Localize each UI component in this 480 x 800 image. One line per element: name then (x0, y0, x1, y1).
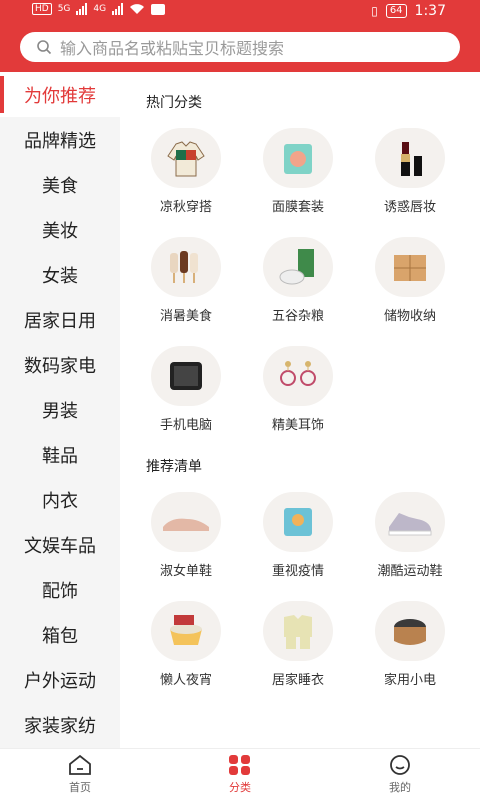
category-item[interactable]: 淑女单鞋 (130, 492, 242, 579)
profile-icon (390, 755, 410, 775)
signal-icon (76, 3, 88, 15)
home-icon (69, 754, 91, 775)
tab-home[interactable]: 首页 (0, 749, 160, 800)
sidebar-item-accessories[interactable]: 配饰 (0, 567, 120, 612)
sidebar-item-bags[interactable]: 箱包 (0, 612, 120, 657)
category-item[interactable]: 懒人夜宵 (130, 601, 242, 688)
category-item[interactable]: 五谷杂粮 (242, 237, 354, 324)
top-header: HD 5G 4G ▯ 64 1:37 输入商品名或粘贴宝贝标题搜索 (0, 0, 480, 72)
battery-indicator: 64 (385, 4, 407, 18)
bottom-tab-bar: 首页 分类 我的 (0, 748, 480, 800)
sidebar-item-underwear[interactable]: 内衣 (0, 477, 120, 522)
wifi-icon (130, 4, 145, 14)
sidebar-item-food[interactable]: 美食 (0, 162, 120, 207)
search-placeholder: 输入商品名或粘贴宝贝标题搜索 (60, 39, 285, 58)
category-icon (229, 755, 250, 775)
sidebar-item-shoes[interactable]: 鞋品 (0, 432, 120, 477)
drawer-icon (375, 237, 445, 297)
category-item[interactable]: 诱惑唇妆 (354, 128, 466, 215)
category-item[interactable]: 凉秋穿搭 (130, 128, 242, 215)
category-item[interactable]: 潮酷运动鞋 (354, 492, 466, 579)
category-item[interactable]: 居家睡衣 (242, 601, 354, 688)
signal-icon-2 (112, 3, 124, 15)
hot-category-grid: 凉秋穿搭 面膜套装 诱惑唇妆 消暑美食 五谷杂粮 储物收纳 手机电脑 精美耳饰 (130, 128, 480, 433)
sidebar-item-outdoor[interactable]: 户外运动 (0, 657, 120, 702)
jacket-icon (151, 128, 221, 188)
sidebar-item-recommend[interactable]: 为你推荐 (0, 72, 120, 117)
sim-hd-badge: HD (32, 3, 52, 15)
vibrate-icon: ▯ (371, 4, 378, 18)
network-4g-label: 4G (93, 4, 107, 14)
phone-icon (151, 346, 221, 406)
lipstick-icon (375, 128, 445, 188)
recommend-list-grid: 淑女单鞋 重视疫情 潮酷运动鞋 懒人夜宵 居家睡衣 家用小电 (130, 492, 480, 688)
pajamas-icon (263, 601, 333, 661)
category-item[interactable]: 手机电脑 (130, 346, 242, 433)
sidebar-item-beauty[interactable]: 美妆 (0, 207, 120, 252)
category-item[interactable]: 家用小电 (354, 601, 466, 688)
sneaker-icon (375, 492, 445, 552)
category-content: 热门分类 凉秋穿搭 面膜套装 诱惑唇妆 消暑美食 五谷杂粮 储物收纳 手机电脑 … (120, 72, 480, 748)
search-bar[interactable]: 输入商品名或粘贴宝贝标题搜索 (20, 32, 460, 62)
sidebar-item-menswear[interactable]: 男装 (0, 387, 120, 432)
clock: 1:37 (414, 3, 446, 19)
medical-mask-icon (263, 492, 333, 552)
status-bar: HD 5G 4G ▯ 64 1:37 (0, 0, 480, 24)
instant-noodle-icon (151, 601, 221, 661)
facemask-icon (263, 128, 333, 188)
section-title-recommend-list: 推荐清单 (146, 459, 202, 475)
flat-shoe-icon (151, 492, 221, 552)
rice-cooker-icon (375, 601, 445, 661)
popsicle-icon (151, 237, 221, 297)
sidebar-item-household[interactable]: 居家日用 (0, 297, 120, 342)
category-item[interactable]: 消暑美食 (130, 237, 242, 324)
category-item[interactable]: 储物收纳 (354, 237, 466, 324)
sidebar-item-home-textiles[interactable]: 家装家纺 (0, 702, 120, 747)
section-title-hot: 热门分类 (146, 95, 202, 111)
earring-icon (263, 346, 333, 406)
category-item[interactable]: 面膜套装 (242, 128, 354, 215)
category-item[interactable]: 精美耳饰 (242, 346, 354, 433)
sidebar-item-entertainment-auto[interactable]: 文娱车品 (0, 522, 120, 567)
tab-category[interactable]: 分类 (160, 749, 320, 800)
rice-icon (263, 237, 333, 297)
tab-profile[interactable]: 我的 (320, 749, 480, 800)
sidebar-item-electronics[interactable]: 数码家电 (0, 342, 120, 387)
sidebar-item-womenswear[interactable]: 女装 (0, 252, 120, 297)
category-item[interactable]: 重视疫情 (242, 492, 354, 579)
network-5g-label: 5G (57, 4, 71, 14)
notification-icon (151, 3, 166, 15)
sidebar-item-brands[interactable]: 品牌精选 (0, 117, 120, 162)
search-icon (37, 40, 52, 55)
category-sidebar: 为你推荐 品牌精选 美食 美妆 女装 居家日用 数码家电 男装 鞋品 内衣 文娱… (0, 72, 120, 748)
